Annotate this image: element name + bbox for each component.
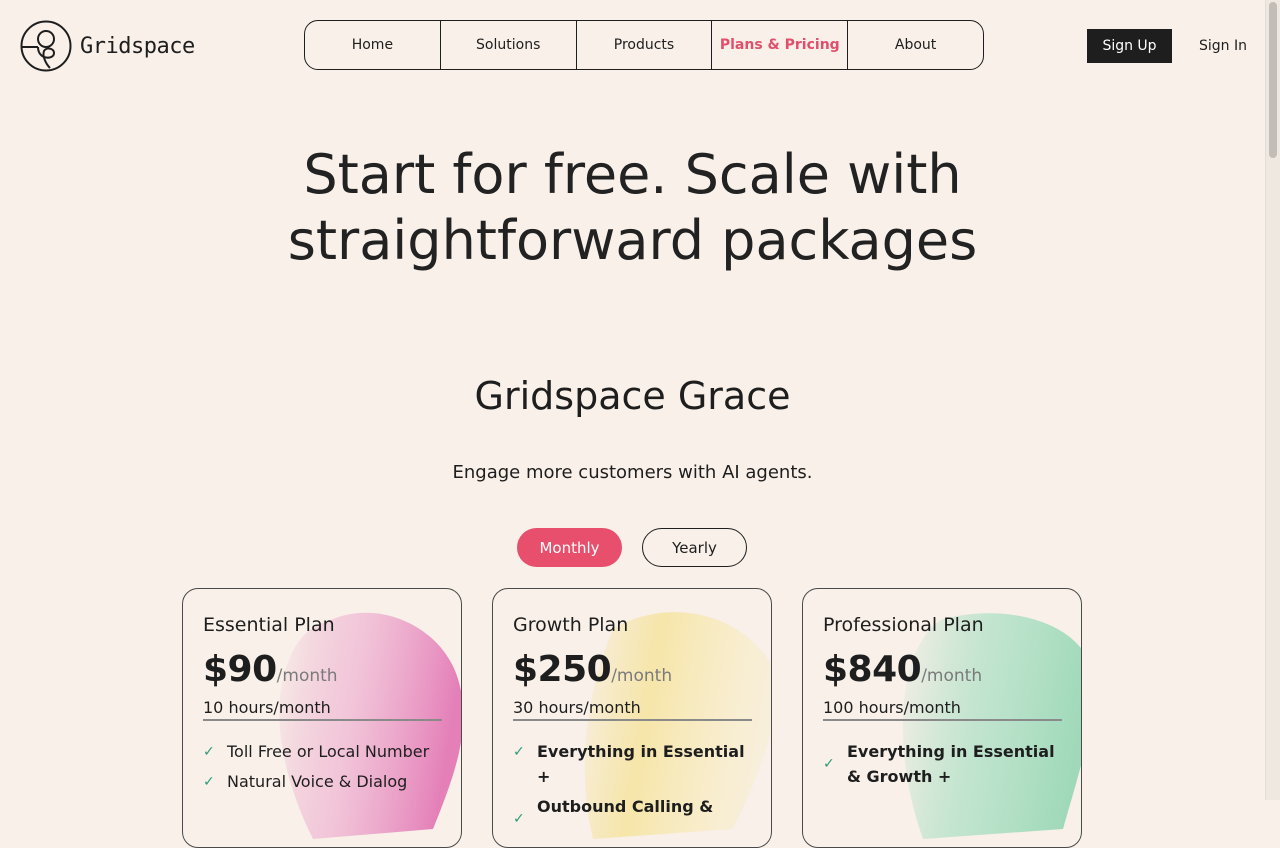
feature-text: Everything in Essential + [537, 742, 745, 786]
feature-item: ✓ Natural Voice & Dialog [203, 769, 443, 794]
billing-monthly-button[interactable]: Monthly [517, 528, 622, 567]
main-nav: Home Solutions Products Plans & Pricing … [304, 20, 984, 70]
brand-logo[interactable]: Gridspace [20, 20, 195, 72]
hero-title-line-1: Start for free. Scale with [303, 143, 962, 206]
card-divider [203, 719, 442, 721]
check-icon: ✓ [513, 811, 525, 827]
check-icon: ✓ [513, 744, 525, 760]
gridspace-logo-icon [20, 20, 72, 72]
brand-name: Gridspace [80, 33, 195, 59]
plan-name: Growth Plan [513, 614, 629, 636]
check-icon: ✓ [203, 774, 215, 790]
scrollbar-thumb[interactable] [1269, 2, 1277, 158]
plan-hours: 10 hours/month [203, 698, 331, 717]
nav-item-about[interactable]: About [848, 21, 983, 69]
nav-item-plans-pricing[interactable]: Plans & Pricing [712, 21, 849, 69]
page-scrollbar[interactable] [1265, 0, 1280, 800]
price-amount: $90 [203, 649, 277, 690]
check-icon: ✓ [203, 744, 215, 760]
sign-in-link[interactable]: Sign In [1190, 29, 1256, 63]
section-subtitle: Engage more customers with AI agents. [452, 462, 813, 483]
hero-title: Start for free. Scale with straightforwa… [0, 142, 1265, 274]
card-divider [823, 719, 1062, 721]
feature-text: Everything in Essential & Growth + [847, 742, 1055, 786]
feature-text: Toll Free or Local Number [227, 742, 430, 761]
feature-item: ✓ Everything in Essential & Growth + [823, 739, 1063, 789]
feature-item: ✓ Everything in Essential + [513, 739, 753, 789]
plan-hours: 30 hours/month [513, 698, 641, 717]
billing-yearly-button[interactable]: Yearly [642, 528, 747, 567]
plan-name: Essential Plan [203, 614, 335, 636]
plan-name: Professional Plan [823, 614, 984, 636]
plan-card-essential: Essential Plan $90/month 10 hours/month … [182, 588, 462, 848]
section-title: Gridspace Grace [474, 374, 791, 418]
feature-item: ✓ Outbound Calling & [513, 794, 753, 827]
feature-list: ✓ Toll Free or Local Number ✓ Natural Vo… [203, 739, 443, 799]
check-icon: ✓ [823, 756, 835, 772]
plan-price: $90/month [203, 649, 338, 690]
price-amount: $840 [823, 649, 922, 690]
plan-card-growth: Growth Plan $250/month 30 hours/month ✓ … [492, 588, 772, 848]
feature-text: Natural Voice & Dialog [227, 772, 408, 791]
plan-card-professional: Professional Plan $840/month 100 hours/m… [802, 588, 1082, 848]
feature-item: ✓ Toll Free or Local Number [203, 739, 443, 764]
price-unit: /month [921, 666, 983, 686]
feature-list: ✓ Everything in Essential + ✓ Outbound C… [513, 739, 753, 827]
hero-title-line-2: straightforward packages [287, 209, 978, 272]
card-divider [513, 719, 752, 721]
plan-hours: 100 hours/month [823, 698, 961, 717]
nav-item-home[interactable]: Home [305, 21, 441, 69]
plan-price: $840/month [823, 649, 982, 690]
nav-item-products[interactable]: Products [577, 21, 713, 69]
plan-price: $250/month [513, 649, 672, 690]
price-unit: /month [611, 666, 673, 686]
feature-list: ✓ Everything in Essential & Growth + [823, 739, 1063, 794]
price-unit: /month [276, 666, 338, 686]
price-amount: $250 [513, 649, 612, 690]
sign-up-button[interactable]: Sign Up [1087, 29, 1172, 63]
nav-item-solutions[interactable]: Solutions [441, 21, 577, 69]
